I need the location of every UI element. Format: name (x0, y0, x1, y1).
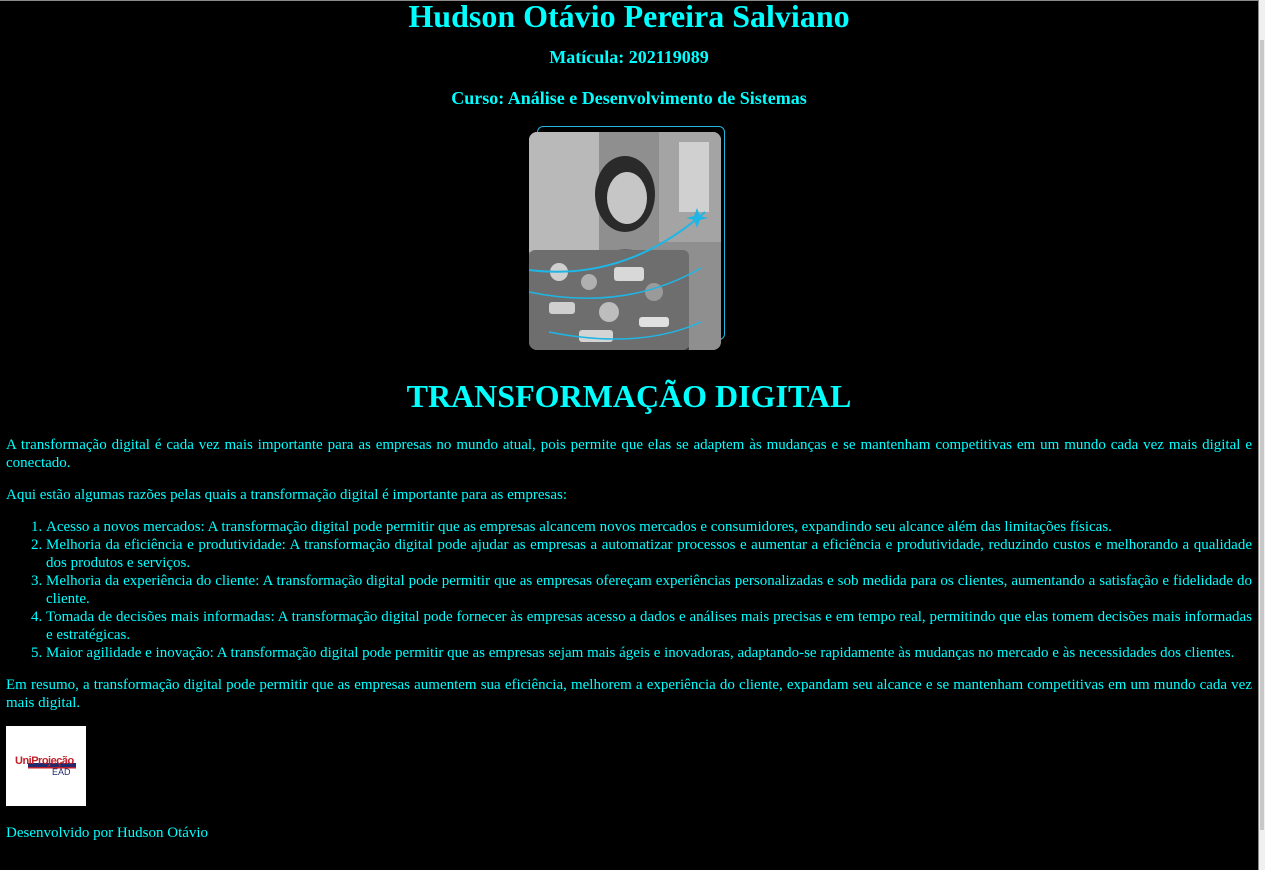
list-item: Melhoria da eficiência e produtividade: … (46, 536, 1252, 572)
page: Hudson Otávio Pereira Salviano Matícula:… (0, 0, 1259, 870)
lead-paragraph: Aqui estão algumas razões pelas quais a … (6, 487, 568, 503)
list-item: Melhoria da experiência do cliente: A tr… (46, 572, 1252, 608)
intro-paragraph: A transformação digital é cada vez mais … (6, 437, 1252, 471)
profile-photo (529, 126, 729, 352)
footer-credit: Desenvolvido por Hudson Otávio (6, 825, 209, 841)
list-item: Maior agilidade e inovação: A transforma… (46, 644, 1252, 662)
list-item: Tomada de decisões mais informadas: A tr… (46, 608, 1252, 644)
content: Hudson Otávio Pereira Salviano Matícula:… (0, 1, 1258, 842)
uniprojecao-logo: UniProjeção EAD (6, 726, 86, 806)
matricula: Matícula: 202119089 (549, 47, 709, 67)
article-title: TRANSFORMAÇÃO DIGITAL (406, 378, 852, 414)
reasons-list: Acesso a novos mercados: A transformação… (6, 518, 1252, 662)
conclusion-paragraph: Em resumo, a transformação digital pode … (6, 677, 1252, 711)
photo-image (529, 132, 721, 350)
vertical-scrollbar[interactable] (1259, 0, 1265, 870)
logo-text-bottom: EAD (52, 767, 71, 777)
list-item: Acesso a novos mercados: A transformação… (46, 518, 1252, 536)
course: Curso: Análise e Desenvolvimento de Sist… (451, 88, 807, 108)
scrollbar-thumb[interactable] (1260, 40, 1264, 830)
logo-text-top: UniProjeção (15, 755, 74, 767)
student-name: Hudson Otávio Pereira Salviano (408, 0, 850, 34)
